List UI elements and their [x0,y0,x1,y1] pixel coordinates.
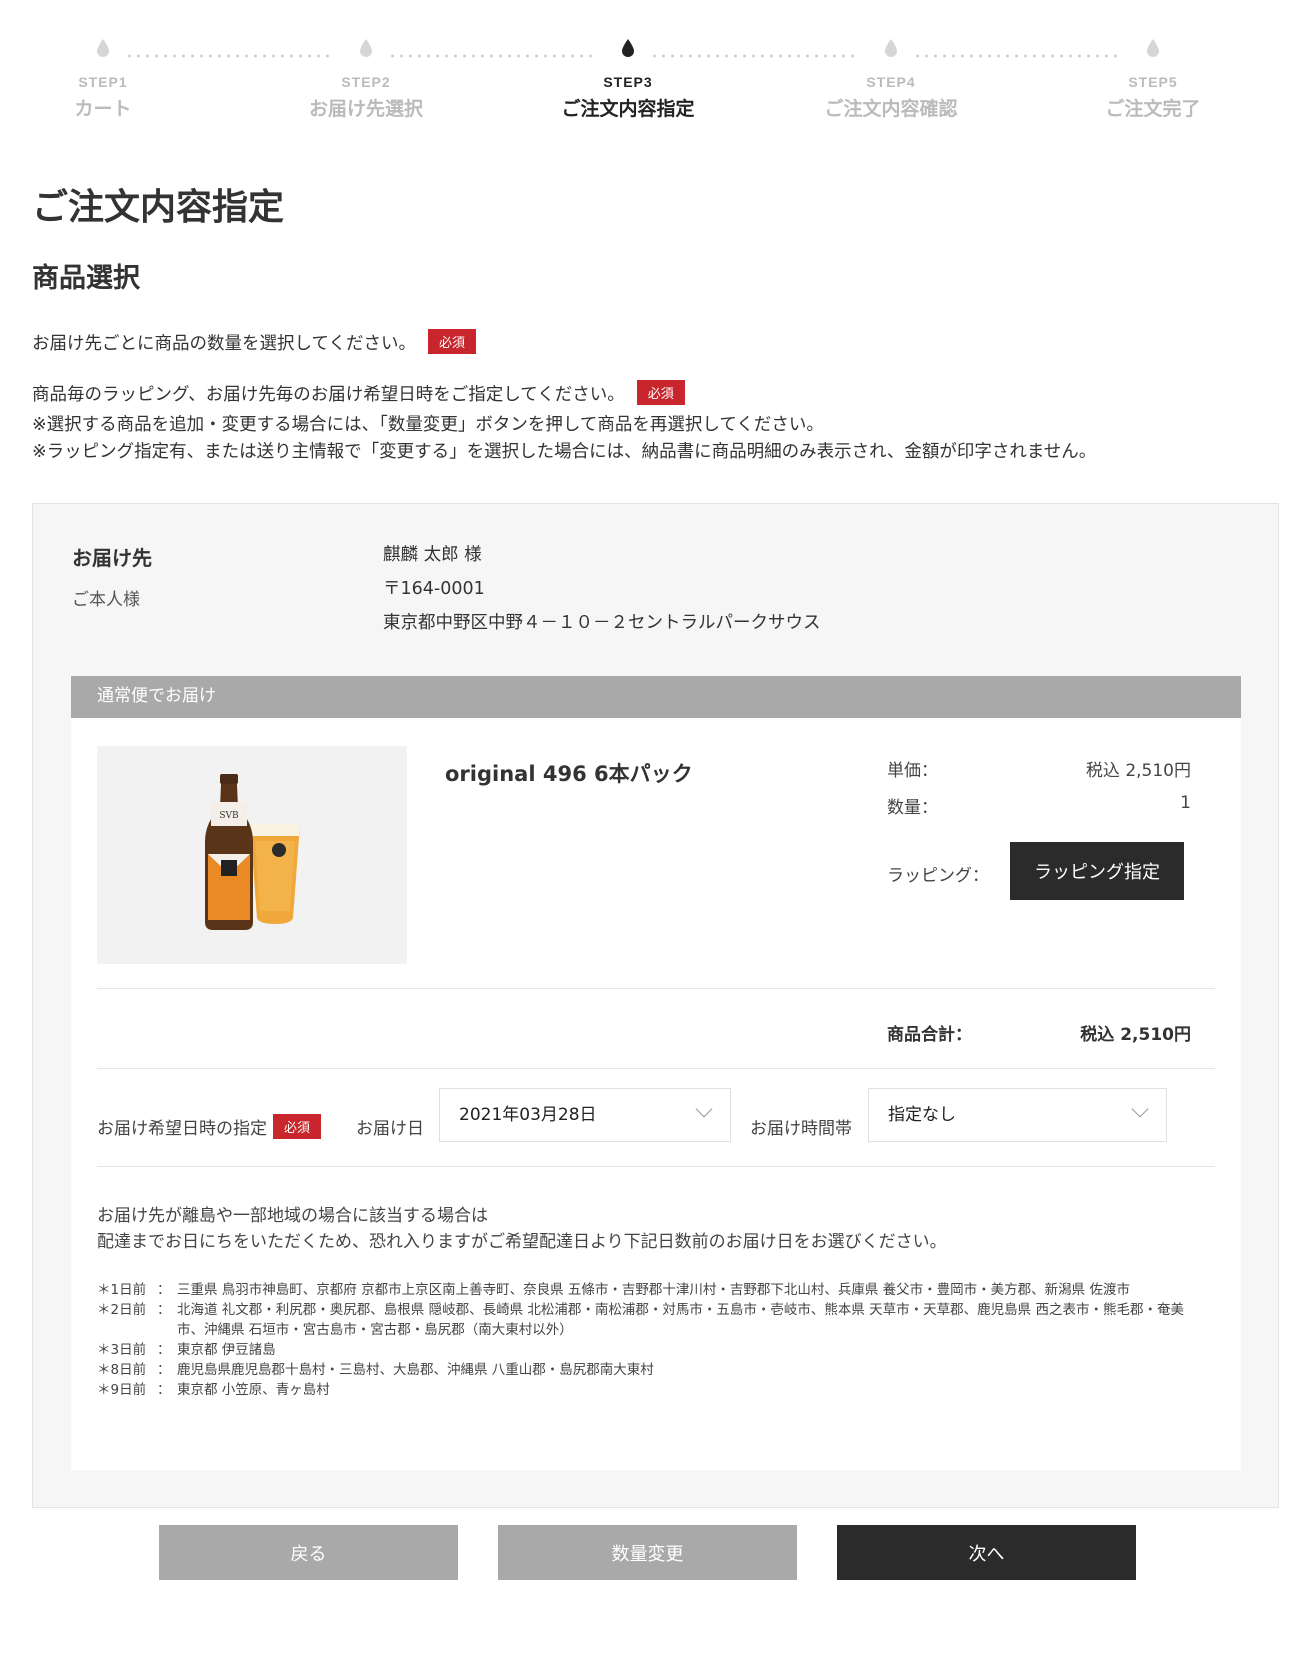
drop-icon [97,39,109,57]
delivery-date-label: お届け日 [356,1119,424,1139]
chevron-down-icon [695,1100,713,1118]
separator: ： [157,1302,171,1318]
step-number: STEP5 [1128,74,1178,90]
destination-info: 麒麟 太郎 様 〒164-0001 東京都中野区中野４－１０－２セントラルパーク… [383,538,821,640]
drop-icon [1147,39,1159,57]
lead-line-2: 商品毎のラッピング、お届け先毎のお届け希望日時をご指定してください。 [32,385,625,405]
next-button[interactable]: 次へ [837,1525,1136,1580]
step-number: STEP4 [866,74,916,90]
unit-price-label: 単価： [887,761,938,781]
separator: ： [157,1362,171,1378]
lead-text-2: 商品毎のラッピング、お届け先毎のお届け希望日時をご指定してください。 必須 [32,380,685,406]
page-title: ご注文内容指定 [32,187,285,228]
list-item: ＊1日前 ： 三重県 鳥羽市神島町、京都府 京都市上京区南上善寺町、奈良県 五條市・… [97,1280,1197,1300]
step-name: カート [74,98,132,120]
list-item: ＊2日前 ： 北海道 礼文郡・利尻郡・奥尻郡、島根県 隠岐郡、長崎県 北松浦郡・南松… [97,1300,1197,1340]
beer-bottle-glass-image: SVB [205,774,300,930]
product-image: SVB [97,746,407,964]
area-names: 三重県 鳥羽市神島町、京都府 京都市上京区南上善寺町、奈良県 五條市・吉野郡十津… [177,1282,1130,1298]
subtotal-value: 税込 2,510円 [1080,1025,1191,1045]
delivery-time-label: お届け時間帯 [750,1119,852,1139]
bottle-label: SVB [219,811,239,821]
lead-line-1: お届け先ごとに商品の数量を選択してください。 [32,334,416,354]
step-5: STEP5 ご注文完了 [1053,38,1253,121]
wrapping-label: ラッピング： [887,866,989,886]
address: 東京都中野区中野４－１０－２セントラルパークサウス [383,613,821,633]
area-names: 鹿児島県鹿児島郡十島村・三島村、大島郡、沖縄県 八重山郡・島尻郡南大東村 [177,1362,654,1378]
shipping-method-header: 通常便でお届け [71,676,1241,718]
subtotal-label: 商品合計： [887,1025,972,1045]
list-item: ＊3日前 ： 東京都 伊豆諸島 [97,1340,1197,1360]
shipping-body: SVB original 496 6本パック 単価： 税込 2,510円 数量：… [71,718,1241,1470]
destination-panel: お届け先 ご本人様 麒麟 太郎 様 〒164-0001 東京都中野区中野４－１０… [32,503,1279,1508]
quantity-label: 数量： [887,798,938,818]
days-before: ＊8日前 [97,1362,147,1378]
days-before: ＊2日前 [97,1302,147,1318]
remote-area-list: ＊1日前 ： 三重県 鳥羽市神島町、京都府 京都市上京区南上善寺町、奈良県 五條市・… [97,1280,1197,1400]
drop-icon [360,39,372,57]
step-number: STEP2 [341,74,391,90]
step-number: STEP1 [78,74,128,90]
separator: ： [157,1382,171,1398]
delivery-date-value: 2021年03月28日 [459,1105,597,1125]
step-3: STEP3 ご注文内容指定 [528,38,728,121]
divider [97,988,1215,989]
destination-relation: ご本人様 [72,590,140,610]
required-badge: 必須 [636,380,685,405]
area-names: 北海道 礼文郡・利尻郡・奥尻郡、島根県 隠岐郡、長崎県 北松浦郡・南松浦郡・対馬… [177,1302,1184,1338]
step-4: STEP4 ご注文内容確認 [791,38,991,121]
divider [97,1166,1215,1167]
unit-price-value: 税込 2,510円 [1085,761,1191,781]
area-names: 東京都 伊豆諸島 [177,1342,276,1358]
divider [97,1068,1215,1069]
note-line-1: お届け先が離島や一部地域の場合に該当する場合は [97,1206,488,1226]
quantity-value: 1 [1180,793,1191,813]
separator: ： [157,1342,171,1358]
section-title: 商品選択 [32,263,140,294]
drop-icon [885,39,897,57]
separator: ： [157,1282,171,1298]
step-name: ご注文内容確認 [824,98,958,120]
back-button[interactable]: 戻る [159,1525,458,1580]
required-badge: 必須 [273,1114,322,1139]
recipient-name: 麒麟 太郎 様 [383,545,482,565]
note-line-2: 配達までお日にちをいただくため、恐れ入りますがご希望配達日より下記日数前のお届け… [97,1232,947,1252]
delivery-date-select[interactable]: 2021年03月28日 [439,1088,731,1142]
delivery-date-spec: お届け希望日時の指定 必須 [97,1114,322,1139]
step-2: STEP2 お届け先選択 [266,38,466,121]
lead-line-3: ※選択する商品を追加・変更する場合には、「数量変更」ボタンを押して商品を再選択し… [32,415,824,435]
destination-title: お届け先 [72,546,152,570]
remote-area-note: お届け先が離島や一部地域の場合に該当する場合は 配達までお日にちをいただくため、… [97,1203,947,1255]
lead-text-1: お届け先ごとに商品の数量を選択してください。 必須 [32,329,476,355]
step-number: STEP3 [603,74,653,90]
step-name: ご注文完了 [1105,98,1201,120]
postal-code: 〒164-0001 [383,579,485,599]
drop-icon [622,39,634,57]
required-badge: 必須 [427,329,476,354]
step-1: STEP1 カート [3,38,203,121]
step-name: ご注文内容指定 [561,98,695,120]
change-quantity-button[interactable]: 数量変更 [498,1525,797,1580]
list-item: ＊8日前 ： 鹿児島県鹿児島郡十島村・三島村、大島郡、沖縄県 八重山郡・島尻郡南大東… [97,1360,1197,1380]
chevron-down-icon [1131,1100,1149,1118]
lead-line-4: ※ラッピング指定有、または送り主情報で「変更する」を選択した場合には、納品書に商… [32,442,1097,462]
area-names: 東京都 小笠原、青ヶ島村 [177,1382,330,1398]
days-before: ＊3日前 [97,1342,147,1358]
delivery-date-spec-label: お届け希望日時の指定 [97,1119,267,1139]
days-before: ＊1日前 [97,1282,147,1298]
wrapping-button[interactable]: ラッピング指定 [1010,842,1184,900]
checkout-stepper: STEP1 カート STEP2 お届け先選択 STEP3 ご注文内容指定 STE… [0,38,1307,148]
step-name: お届け先選択 [308,98,423,120]
delivery-time-value: 指定なし [888,1105,956,1125]
days-before: ＊9日前 [97,1382,147,1398]
delivery-time-select[interactable]: 指定なし [868,1088,1167,1142]
product-name: original 496 6本パック [445,762,693,786]
list-item: ＊9日前 ： 東京都 小笠原、青ヶ島村 [97,1380,1197,1400]
